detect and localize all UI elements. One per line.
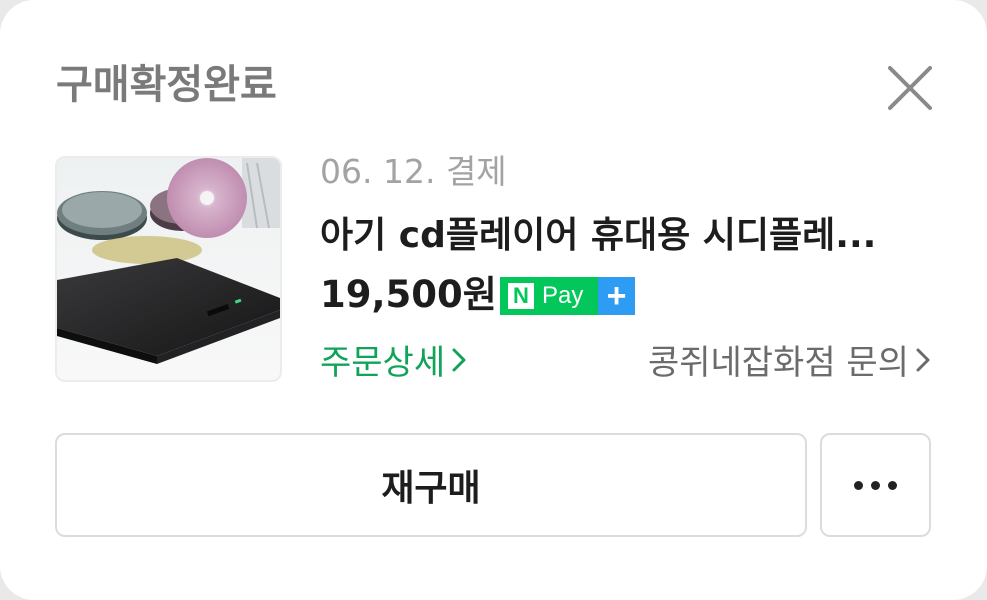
- product-thumbnail[interactable]: [55, 156, 282, 382]
- seller-inquiry-label: 콩쥐네잡화점 문의: [647, 343, 909, 383]
- chevron-right-icon: [451, 340, 467, 386]
- more-horizontal-icon: [850, 480, 901, 490]
- more-options-button[interactable]: [820, 433, 931, 537]
- product-name[interactable]: 아기 cd플레이어 휴대용 시디플레...: [320, 212, 940, 260]
- chevron-right-icon: [915, 340, 931, 386]
- purchase-confirmed-card: 구매확정완료 06. 12. 결제 아기 cd플레이어 휴대용 시디플레... …: [0, 0, 987, 600]
- naver-n-icon: N: [508, 283, 534, 309]
- rebuy-button[interactable]: 재구매: [55, 433, 807, 537]
- product-price: 19,500원: [320, 273, 497, 316]
- payment-date: 06. 12. 결제: [320, 152, 507, 191]
- order-detail-label: 주문상세: [320, 343, 446, 383]
- npay-label: Pay: [542, 282, 584, 309]
- seller-inquiry-link[interactable]: 콩쥐네잡화점 문의: [648, 340, 931, 386]
- npay-badge-left: N Pay: [500, 277, 598, 315]
- close-icon[interactable]: [884, 62, 936, 114]
- npay-plus-badge: N Pay +: [500, 277, 635, 315]
- order-detail-link[interactable]: 주문상세: [320, 340, 467, 386]
- plus-icon: +: [598, 277, 635, 315]
- dialog-title: 구매확정완료: [56, 62, 277, 108]
